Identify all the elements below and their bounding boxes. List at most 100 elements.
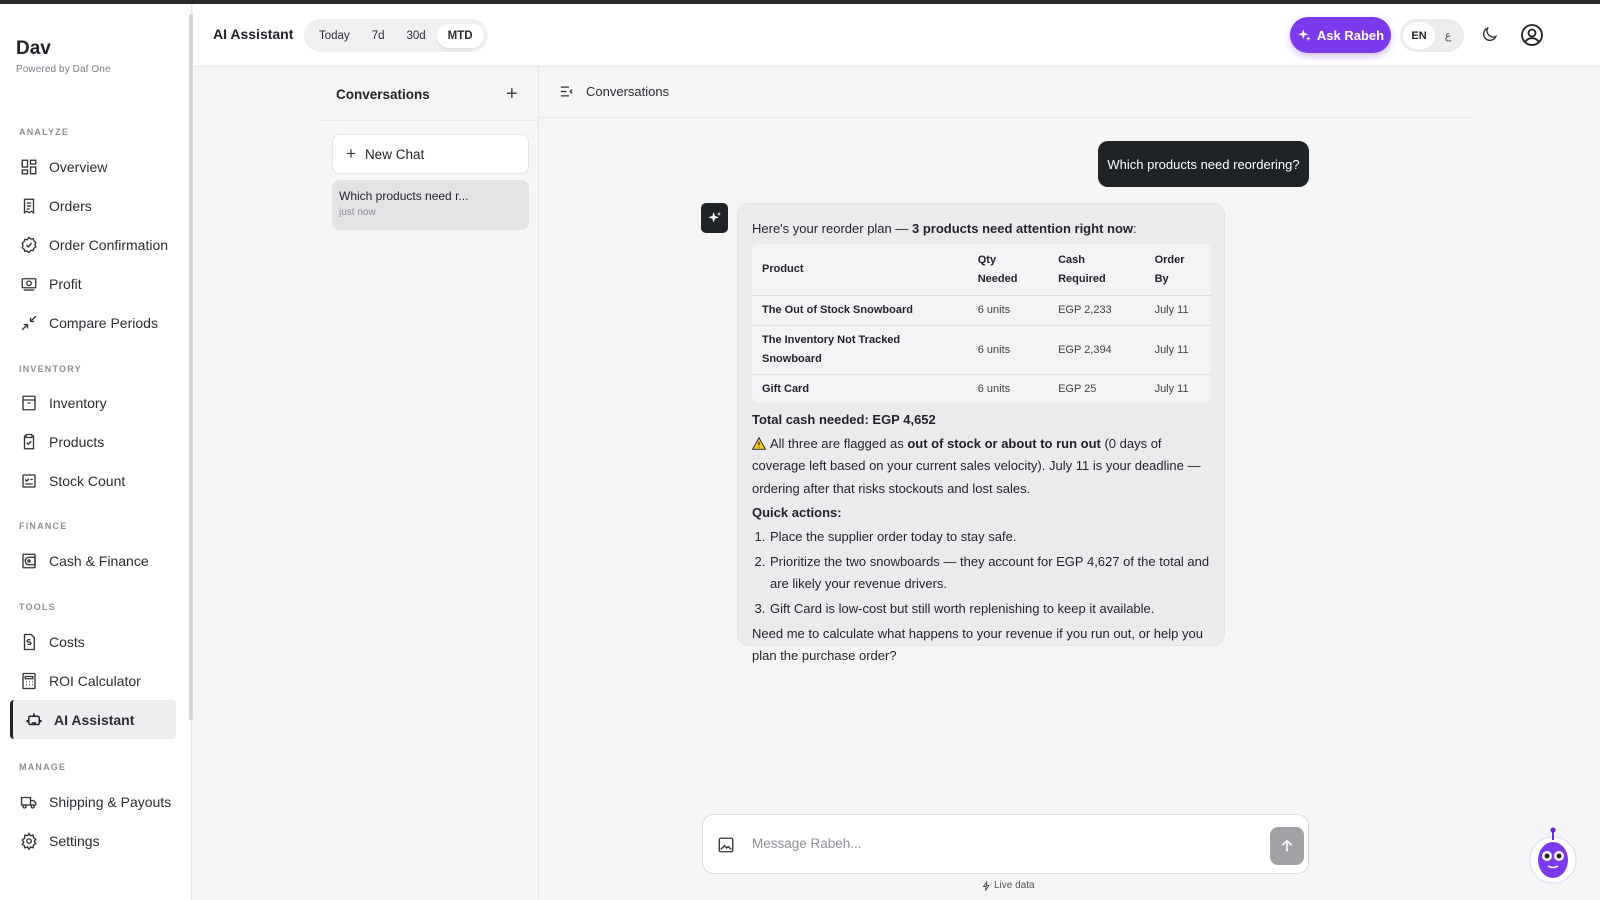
quick-actions-title-text: Quick actions:: [752, 504, 842, 520]
section-label-analyze: ANALYZE: [19, 127, 70, 137]
sidebar-item-label: Products: [49, 433, 105, 450]
sidebar-item-settings[interactable]: Settings: [10, 821, 176, 860]
quick-actions-title: Quick actions:: [752, 502, 1210, 524]
sidebar: Dav Powered by Daf One ANALYZE Overview …: [0, 4, 193, 900]
chat-header: Conversations: [539, 67, 1472, 118]
brand: Dav Powered by Daf One: [16, 38, 111, 75]
range-30d[interactable]: 30d: [395, 24, 436, 48]
sidebar-item-label: Overview: [49, 158, 108, 175]
cell-cash: EGP 2,394: [1048, 325, 1145, 375]
sidebar-item-label: Compare Periods: [49, 314, 158, 331]
cash-icon: [21, 277, 37, 291]
sparkle-icon: [1298, 28, 1311, 41]
sidebar-item-label: Shipping & Payouts: [49, 793, 172, 810]
section-label-inventory: INVENTORY: [19, 364, 82, 374]
lang-ar[interactable]: ع: [1435, 29, 1461, 42]
list-item: Prioritize the two snowboards — they acc…: [769, 551, 1210, 595]
ask-rabeh-button[interactable]: Ask Rabeh: [1290, 17, 1391, 53]
grid-icon: [21, 159, 37, 174]
language-toggle[interactable]: EN ع: [1400, 19, 1464, 52]
sidebar-item-costs[interactable]: Costs: [10, 622, 176, 661]
bot-icon: [26, 712, 42, 725]
sidebar-item-order-confirmation[interactable]: Order Confirmation: [10, 225, 176, 264]
message-composer: Message Rabeh...: [702, 814, 1309, 874]
reorder-table: Product Qty Needed Cash Required Order B…: [752, 244, 1211, 404]
page-title: AI Assistant: [213, 26, 294, 42]
truck-icon: [20, 796, 37, 809]
section-label-manage: MANAGE: [19, 762, 67, 772]
sidebar-item-roi-calculator[interactable]: ROI Calculator: [10, 661, 176, 700]
warning-text: All three are flagged as: [770, 436, 908, 452]
receipt-icon: [23, 198, 35, 214]
plus-icon: +: [346, 144, 356, 163]
sidebar-item-label: Orders: [49, 197, 92, 214]
sidebar-toggle-icon[interactable]: [559, 84, 574, 99]
brand-name: Dav: [16, 38, 51, 59]
section-label-tools: TOOLS: [19, 602, 56, 612]
compare-arrows-icon: [21, 315, 37, 330]
cell-order-by: July 11: [1144, 295, 1211, 327]
cell-qty: 6 units: [967, 295, 1049, 327]
warning-highlight: out of stock or about to run out: [907, 436, 1101, 452]
gear-icon: [21, 831, 37, 850]
sidebar-item-label: Settings: [49, 832, 100, 849]
col-cash: Cash Required: [1048, 244, 1145, 297]
sidebar-item-stock-count[interactable]: Stock Count: [10, 461, 176, 500]
calculator-icon: [22, 672, 36, 689]
sparkle-icon: [707, 212, 721, 223]
sidebar-item-products[interactable]: Products: [10, 422, 176, 461]
sidebar-item-cash-finance[interactable]: Cash & Finance: [10, 541, 176, 580]
archive-icon: [22, 395, 36, 410]
list-item: Gift Card is low-cost but still worth re…: [769, 598, 1210, 620]
sidebar-scrollbar[interactable]: [189, 14, 193, 720]
live-data-label: Live data: [994, 880, 1035, 891]
total-cash-text: Total cash needed: EGP 4,652: [752, 412, 936, 428]
cell-product: The Inventory Not Tracked Snowboard: [752, 325, 968, 375]
sidebar-item-profit[interactable]: Profit: [10, 264, 176, 303]
sidebar-item-overview[interactable]: Overview: [10, 147, 176, 186]
total-cash: Total cash needed: EGP 4,652: [752, 409, 1210, 431]
top-header: AI Assistant Today 7d 30d MTD Ask Rabeh …: [193, 4, 1600, 67]
moon-icon[interactable]: [1480, 25, 1499, 44]
range-mtd[interactable]: MTD: [436, 23, 484, 48]
divider: [320, 120, 539, 121]
intro-text: Here's your reorder plan —: [752, 221, 912, 236]
new-chat-button[interactable]: + New Chat: [332, 134, 529, 174]
ask-button-label: Ask Rabeh: [1316, 27, 1385, 43]
sidebar-item-compare-periods[interactable]: Compare Periods: [10, 303, 176, 342]
sidebar-item-label: Inventory: [49, 394, 107, 411]
sidebar-item-orders[interactable]: Orders: [10, 186, 176, 225]
sidebar-item-inventory[interactable]: Inventory: [10, 383, 176, 422]
add-conversation-icon[interactable]: +: [506, 83, 518, 106]
date-range-selector: Today 7d 30d MTD: [304, 19, 488, 52]
table-row: The Out of Stock Snowboard 6 units EGP 2…: [752, 295, 1211, 327]
user-profile-icon[interactable]: [1520, 23, 1544, 47]
conversations-title: Conversations: [336, 87, 430, 102]
sidebar-item-label: Cash & Finance: [49, 552, 149, 569]
assistant-message-bubble: Here's your reorder plan — 3 products ne…: [737, 203, 1225, 663]
conversation-item[interactable]: Which products need r... just now: [332, 180, 529, 230]
warning-paragraph: All three are flagged as out of stock or…: [752, 433, 1210, 499]
lang-en[interactable]: EN: [1403, 22, 1435, 49]
reply-intro: Here's your reorder plan — 3 products ne…: [752, 218, 1210, 240]
range-7d[interactable]: 7d: [361, 24, 396, 48]
message-input[interactable]: Message Rabeh...: [752, 836, 862, 851]
send-button[interactable]: [1270, 827, 1304, 865]
table-row: Gift Card 6 units EGP 25 July 11: [752, 374, 1211, 403]
new-chat-label: New Chat: [364, 146, 425, 162]
sidebar-item-ai-assistant[interactable]: AI Assistant: [10, 700, 176, 739]
cell-cash: EGP 25: [1058, 382, 1097, 395]
section-label-finance: FINANCE: [19, 521, 68, 531]
sidebar-item-label: AI Assistant: [54, 711, 135, 728]
badge-check-icon: [21, 236, 37, 253]
bolt-icon: [982, 880, 990, 891]
arrow-up-icon: [1281, 839, 1293, 852]
range-today[interactable]: Today: [308, 24, 361, 48]
conversation-time: just now: [339, 207, 376, 218]
sidebar-item-label: ROI Calculator: [49, 672, 141, 689]
assistant-mascot-icon[interactable]: [1527, 826, 1579, 884]
image-upload-icon[interactable]: [717, 836, 735, 854]
intro-suffix: :: [1133, 221, 1137, 236]
sidebar-item-label: Profit: [49, 275, 82, 292]
sidebar-item-shipping-payouts[interactable]: Shipping & Payouts: [10, 782, 176, 821]
